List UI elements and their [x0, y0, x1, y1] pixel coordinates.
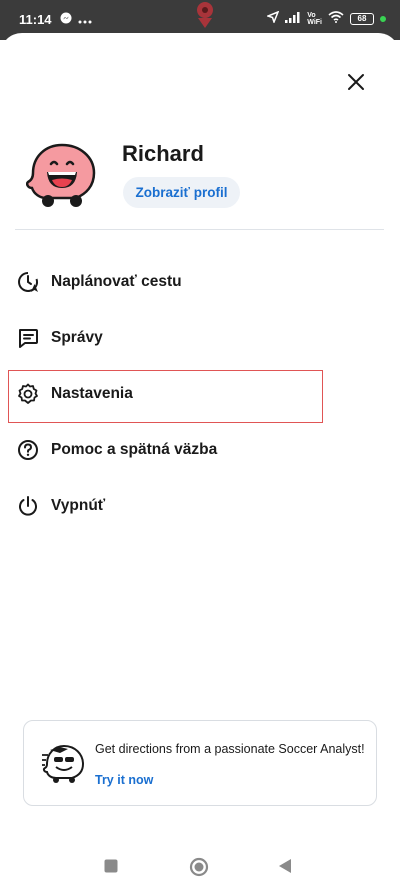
- privacy-indicator-dot: [380, 15, 386, 22]
- menu-item-settings[interactable]: Nastavenia: [12, 374, 388, 414]
- status-time: 11:14: [19, 12, 52, 27]
- signal-bars-icon: [285, 11, 301, 26]
- promo-link[interactable]: Try it now: [95, 773, 153, 787]
- system-nav-bar: [0, 848, 400, 889]
- view-profile-button[interactable]: Zobraziť profil: [123, 177, 240, 208]
- menu-item-label: Vypnúť: [51, 497, 106, 514]
- vowifi-icon: Vo WiFi: [307, 11, 322, 26]
- profile-name: Richard: [122, 141, 204, 166]
- menu-item-label: Nastavenia: [51, 385, 133, 402]
- square-icon: [104, 859, 118, 873]
- menu-item-power-off[interactable]: Vypnúť: [12, 486, 388, 526]
- close-button[interactable]: [344, 70, 368, 94]
- back-button[interactable]: [278, 858, 292, 879]
- status-notifications: [60, 12, 92, 27]
- menu-item-label: Správy: [51, 329, 103, 346]
- wifi-icon: [328, 11, 344, 26]
- status-right-icons: Vo WiFi 68: [266, 10, 386, 26]
- promo-text: Get directions from a passionate Soccer …: [95, 742, 365, 756]
- map-marker-icon: [197, 2, 213, 28]
- avatar[interactable]: [26, 142, 98, 208]
- menu-item-help[interactable]: Pomoc a spätná väzba: [12, 430, 388, 470]
- close-icon: [348, 74, 364, 90]
- plan-drive-icon: [16, 270, 40, 294]
- menu-item-plan-drive[interactable]: Naplánovať cestu: [12, 262, 388, 302]
- menu-item-label: Naplánovať cestu: [51, 273, 182, 290]
- location-arrow-icon: [266, 10, 280, 26]
- power-icon: [16, 494, 40, 518]
- recent-apps-button[interactable]: [104, 859, 118, 878]
- back-triangle-icon: [279, 859, 291, 873]
- home-button[interactable]: [189, 857, 209, 882]
- battery-indicator: 68: [350, 12, 374, 25]
- more-dots-icon: [78, 13, 92, 27]
- divider: [15, 229, 384, 230]
- messages-icon: [16, 326, 40, 350]
- messenger-icon: [60, 12, 72, 27]
- promo-card[interactable]: Get directions from a passionate Soccer …: [23, 720, 377, 806]
- help-icon: [16, 438, 40, 462]
- menu-item-label: Pomoc a spätná väzba: [51, 441, 218, 458]
- menu-item-messages[interactable]: Správy: [12, 318, 388, 358]
- settings-gear-icon: [16, 382, 40, 406]
- soccer-analyst-mascot-icon: [42, 744, 85, 783]
- home-circle-icon: [189, 857, 209, 877]
